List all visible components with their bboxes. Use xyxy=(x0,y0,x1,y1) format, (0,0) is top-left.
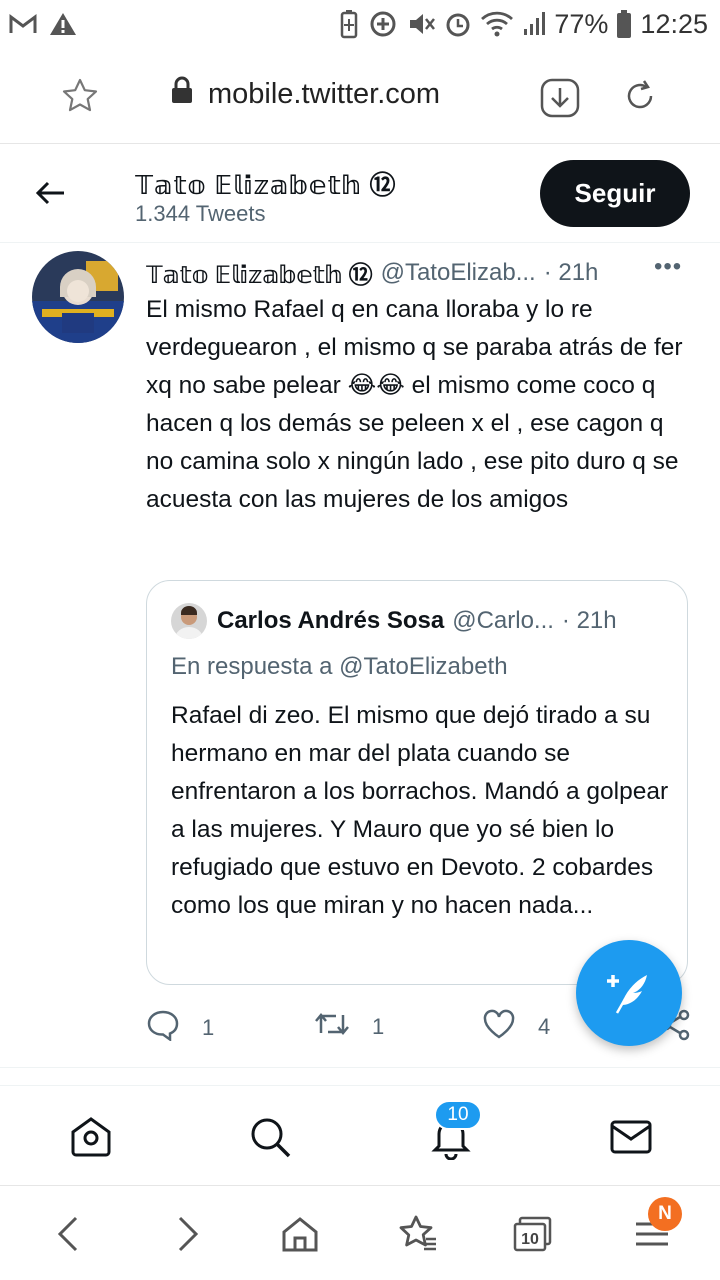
quoted-author-handle: @Carlo... xyxy=(452,607,554,634)
messages-envelope-icon[interactable] xyxy=(608,1114,654,1165)
signal-icon xyxy=(522,11,546,37)
tweet-time[interactable]: · 21h xyxy=(544,259,599,287)
gmail-icon xyxy=(8,12,38,36)
quoted-author-name: Carlos Andrés Sosa xyxy=(217,607,445,634)
status-bar: 77% 12:25 xyxy=(0,0,720,48)
battery-saver-icon xyxy=(338,9,360,39)
browser-forward-icon[interactable] xyxy=(168,1214,204,1259)
compose-tweet-button[interactable] xyxy=(576,940,682,1046)
like-count: 4 xyxy=(538,1014,551,1039)
bookmarks-icon[interactable] xyxy=(396,1214,438,1259)
tabs-icon[interactable]: 10 xyxy=(512,1214,554,1259)
wifi-icon xyxy=(480,10,514,38)
reply-context: En respuesta a @TatoElizabeth xyxy=(171,653,508,681)
quoted-header: Carlos Andrés Sosa @Carlo... · 21h xyxy=(217,607,617,635)
tweet-header: 𝕋𝕒𝕥𝕠 𝔼𝕝𝕚𝕫𝕒𝕓𝕖𝕥𝕙 ⑫ @TatoElizab... · 21h xyxy=(146,255,598,290)
reply-count: 1 xyxy=(202,1015,215,1040)
alarm-icon xyxy=(444,9,472,39)
quoted-text: Rafael di zeo. El mismo que dejó tirado … xyxy=(171,702,669,919)
notifications-badge: 10 xyxy=(434,1100,482,1130)
reload-icon[interactable] xyxy=(620,76,660,121)
like-button[interactable]: 4 xyxy=(482,1009,550,1045)
avatar[interactable] xyxy=(32,251,124,343)
follow-button[interactable]: Seguir xyxy=(540,160,690,227)
tweet-text: El mismo Rafael q en cana lloraba y lo r… xyxy=(146,296,683,513)
bookmark-star-icon[interactable] xyxy=(60,76,100,121)
retweet-icon xyxy=(314,1009,350,1045)
twitter-bottom-nav xyxy=(0,1085,720,1185)
tweet-count: 1.344 Tweets xyxy=(135,201,266,226)
data-saver-icon xyxy=(368,9,398,39)
browser-bottom-nav: 10 xyxy=(0,1185,720,1280)
more-options-icon[interactable]: ••• xyxy=(654,253,682,281)
heart-icon xyxy=(482,1009,516,1045)
browser-back-icon[interactable] xyxy=(52,1214,88,1259)
reply-icon xyxy=(146,1009,180,1047)
reply-button[interactable]: 1 xyxy=(146,1009,214,1047)
quoted-time: · 21h xyxy=(561,607,617,634)
browser-home-icon[interactable] xyxy=(280,1214,320,1259)
home-icon[interactable] xyxy=(68,1114,114,1165)
warning-icon xyxy=(48,11,78,37)
browser-toolbar: mobile.twitter.com xyxy=(0,48,720,144)
quoted-avatar xyxy=(171,603,207,639)
profile-header: 𝕋𝕒𝕥𝕠 𝔼𝕝𝕚𝕫𝕒𝕓𝕖𝕥𝕙 ⑫ 1.344 Tweets Seguir xyxy=(0,145,720,243)
download-icon[interactable] xyxy=(540,78,580,123)
tweet-author-handle[interactable]: @TatoElizab... xyxy=(381,259,536,287)
back-arrow-icon[interactable] xyxy=(32,175,68,216)
lock-icon xyxy=(170,76,194,112)
clock: 12:25 xyxy=(640,8,708,39)
retweet-count: 1 xyxy=(372,1014,385,1039)
retweet-button[interactable]: 1 xyxy=(314,1009,384,1045)
reply-mention[interactable]: @TatoElizabeth xyxy=(339,653,507,680)
quoted-tweet[interactable]: Carlos Andrés Sosa @Carlo... · 21h En re… xyxy=(146,580,688,985)
tabs-count: 10 xyxy=(521,1231,539,1248)
tweet-author-name[interactable]: 𝕋𝕒𝕥𝕠 𝔼𝕝𝕚𝕫𝕒𝕓𝕖𝕥𝕙 ⑫ xyxy=(146,255,373,290)
menu-notification-badge: N xyxy=(648,1197,682,1231)
battery-percent: 77% xyxy=(554,8,609,39)
battery-icon xyxy=(616,9,632,39)
mute-icon xyxy=(406,9,436,39)
search-icon[interactable] xyxy=(247,1114,293,1165)
compose-feather-icon xyxy=(603,965,655,1022)
reply-prefix: En respuesta a xyxy=(171,653,333,680)
profile-name: 𝕋𝕒𝕥𝕠 𝔼𝕝𝕚𝕫𝕒𝕓𝕖𝕥𝕙 ⑫ xyxy=(135,170,397,200)
address-bar[interactable]: mobile.twitter.com xyxy=(170,76,440,112)
url-text: mobile.twitter.com xyxy=(208,77,441,110)
